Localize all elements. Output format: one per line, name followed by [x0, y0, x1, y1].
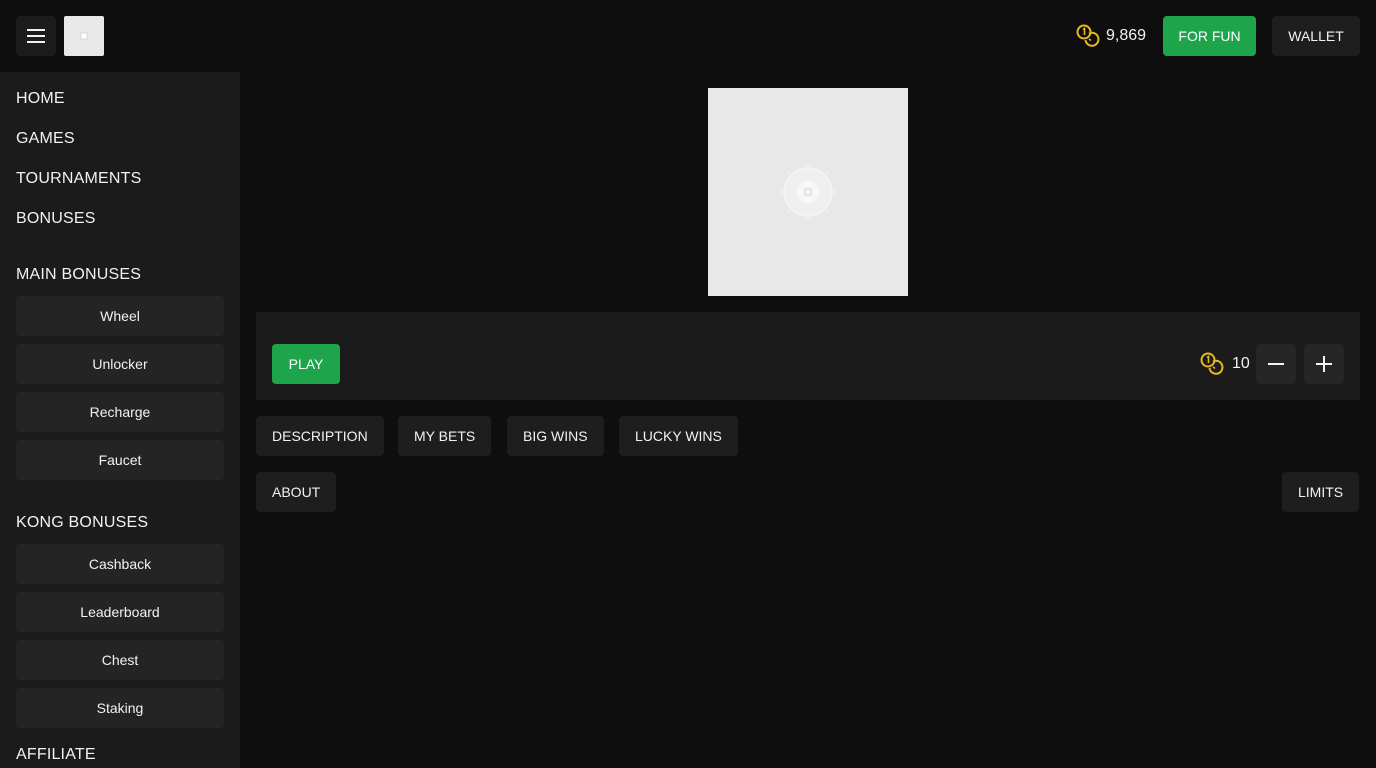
tab-big-wins[interactable]: BIG WINS: [507, 416, 604, 456]
bonus-leaderboard-button[interactable]: Leaderboard: [16, 592, 224, 632]
bet-controls: PLAY 10: [256, 312, 1360, 400]
sidebar: HOME GAMES TOURNAMENTS BONUSES MAIN BONU…: [0, 72, 240, 768]
tab-description[interactable]: DESCRIPTION: [256, 416, 384, 456]
tab-my-bets[interactable]: MY BETS: [398, 416, 492, 456]
kong-bonuses-title: KONG BONUSES: [16, 514, 149, 531]
about-button[interactable]: ABOUT: [256, 472, 337, 512]
nav-bonuses[interactable]: BONUSES: [16, 210, 96, 228]
menu-button[interactable]: [16, 16, 56, 56]
balance-amount: 9,869: [1106, 27, 1147, 44]
for-fun-button[interactable]: FOR FUN: [1163, 16, 1256, 56]
tab-lucky-wins[interactable]: LUCKY WINS: [619, 416, 738, 456]
nav-home[interactable]: HOME: [16, 90, 65, 108]
decrease-bet-button[interactable]: [1256, 344, 1296, 384]
play-button[interactable]: PLAY: [272, 344, 340, 384]
coins-icon: [1076, 24, 1100, 47]
plus-icon: [1316, 356, 1332, 372]
bonus-recharge-button[interactable]: Recharge: [16, 392, 224, 432]
limits-button[interactable]: LIMITS: [1282, 472, 1360, 512]
affiliate-title[interactable]: AFFILIATE: [16, 746, 96, 764]
main-bonuses-title: MAIN BONUSES: [16, 266, 142, 283]
balance-display[interactable]: 9,869: [1076, 24, 1146, 48]
hamburger-icon: [27, 29, 45, 43]
bonus-staking-button[interactable]: Staking: [16, 688, 224, 728]
top-bar: 9,869 FOR FUN WALLET: [0, 0, 1376, 72]
bonus-chest-button[interactable]: Chest: [16, 640, 224, 680]
nav-games[interactable]: GAMES: [16, 130, 75, 148]
site-logo[interactable]: [64, 16, 104, 56]
logo-placeholder-icon: [80, 32, 88, 40]
coins-icon: [1200, 352, 1224, 375]
bet-amount[interactable]: 10: [1232, 355, 1250, 373]
game-frame[interactable]: [708, 88, 908, 296]
minus-icon: [1268, 363, 1284, 365]
bonus-cashback-button[interactable]: Cashback: [16, 544, 224, 584]
bonus-unlocker-button[interactable]: Unlocker: [16, 344, 224, 384]
nav-tournaments[interactable]: TOURNAMENTS: [16, 170, 141, 188]
loading-spinner-icon: [780, 164, 836, 220]
increase-bet-button[interactable]: [1304, 344, 1344, 384]
bonus-faucet-button[interactable]: Faucet: [16, 440, 224, 480]
bet-amount-display: 10: [1200, 352, 1250, 376]
wallet-button[interactable]: WALLET: [1272, 16, 1360, 56]
bonus-wheel-button[interactable]: Wheel: [16, 296, 224, 336]
